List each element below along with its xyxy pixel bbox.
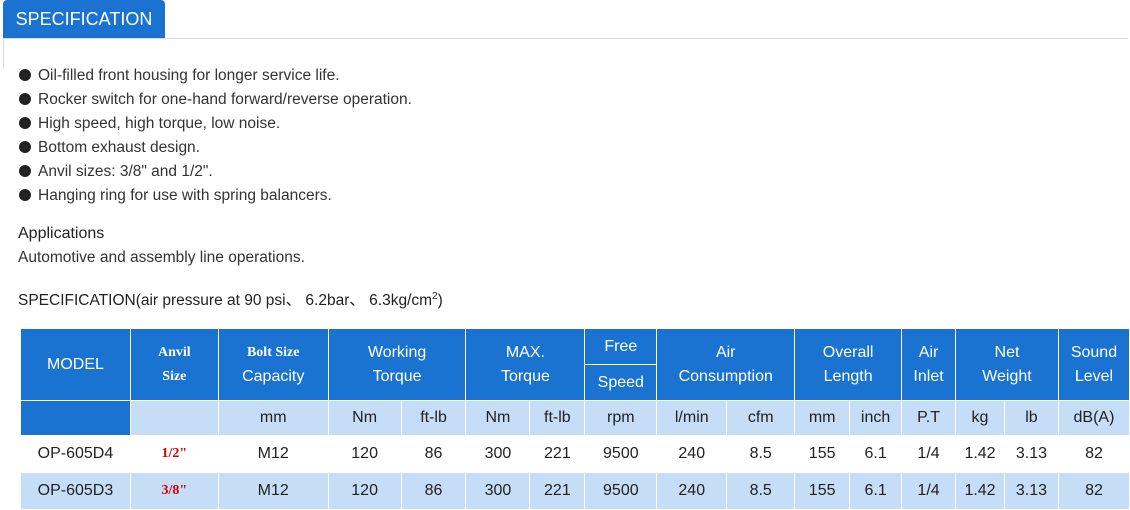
unit-cell: mm [794, 400, 851, 436]
cell-max-nm: 300 [465, 472, 531, 510]
cell-max-ftlb: 221 [529, 435, 586, 473]
cell-length-mm: 155 [794, 435, 851, 473]
unit-cell: Nm [327, 400, 402, 436]
header-anvil-size: Anvil Size [129, 328, 219, 401]
table-row: OP-605D3 3/8" M12 120 86 300 221 9500 24… [20, 472, 1130, 510]
cell-working-ftlb: 86 [400, 472, 467, 510]
unit-cell: lb [1003, 400, 1059, 436]
cell-weight-kg: 1.42 [955, 472, 1005, 510]
tab-specification[interactable]: SPECIFICATION [3, 0, 165, 38]
panel-border [3, 38, 4, 68]
unit-cell: mm [217, 400, 329, 436]
bullet-icon [19, 117, 31, 129]
cell-air-cfm: 8.5 [726, 472, 796, 510]
header-speed: Speed [584, 364, 658, 401]
cell-weight-kg: 1.42 [955, 435, 1005, 473]
list-item: Hanging ring for use with spring balance… [19, 184, 412, 208]
header-air-inlet: Air Inlet [901, 328, 957, 401]
unit-cell: ft-lb [400, 400, 467, 436]
cell-working-ftlb: 86 [400, 435, 467, 473]
unit-cell: ft-lb [529, 400, 586, 436]
list-item: High speed, high torque, low noise. [19, 112, 412, 136]
cell-speed: 9500 [584, 472, 658, 510]
header-model: MODEL [20, 328, 131, 401]
table-row: OP-605D4 1/2" M12 120 86 300 221 9500 24… [20, 435, 1130, 473]
header-air-consumption: Air Consumption [656, 328, 796, 401]
spec-heading: SPECIFICATION(air pressure at 90 psi、 6.… [18, 288, 443, 310]
list-item: Bottom exhaust design. [19, 136, 412, 160]
unit-cell: P.T [901, 400, 957, 436]
header-net-weight: Net Weight [955, 328, 1059, 401]
bullet-icon [19, 69, 31, 81]
cell-air-cfm: 8.5 [726, 435, 796, 473]
list-item: Anvil sizes: 3/8" and 1/2". [19, 160, 412, 184]
bullet-icon [19, 141, 31, 153]
applications-text: Automotive and assembly line operations. [18, 249, 305, 266]
cell-weight-lb: 3.13 [1003, 472, 1059, 510]
cell-anvil: 1/2" [129, 435, 219, 473]
spec-table: MODEL Anvil Size Bolt Size Capacity Workin… [20, 328, 1130, 510]
applications-heading: Applications [18, 225, 105, 242]
cell-inlet: 1/4 [901, 435, 957, 473]
cell-sound: 82 [1057, 472, 1130, 510]
bullet-icon [19, 165, 31, 177]
header-bolt-size: Bolt Size Capacity [217, 328, 329, 401]
cell-length-inch: 6.1 [849, 435, 903, 473]
cell-max-nm: 300 [465, 435, 531, 473]
cell-model: OP-605D3 [20, 472, 131, 510]
spec-heading-tail: ) [437, 292, 443, 309]
feature-list: Oil-filled front housing for longer serv… [19, 64, 412, 208]
tab-bar: SPECIFICATION [0, 0, 1130, 68]
cell-air-lmin: 240 [656, 435, 728, 473]
cell-speed: 9500 [584, 435, 658, 473]
cell-length-mm: 155 [794, 472, 851, 510]
units-row: mm Nm ft-lb Nm ft-lb rpm l/min cfm mm in… [20, 400, 1130, 436]
cell-inlet: 1/4 [901, 472, 957, 510]
unit-cell: Nm [465, 400, 531, 436]
bullet-icon [19, 93, 31, 105]
cell-length-inch: 6.1 [849, 472, 903, 510]
unit-cell: inch [849, 400, 903, 436]
cell-sound: 82 [1057, 435, 1130, 473]
header-overall-length: Overall Length [794, 328, 903, 401]
cell-max-ftlb: 221 [529, 472, 586, 510]
cell-model: OP-605D4 [20, 435, 131, 473]
cell-weight-lb: 3.13 [1003, 435, 1059, 473]
bullet-icon [19, 189, 31, 201]
tab-divider [3, 38, 1128, 39]
header-sound-level: Sound Level [1057, 328, 1130, 401]
header-max-torque: MAX. Torque [465, 328, 586, 401]
unit-cell [129, 400, 219, 436]
cell-anvil: 3/8" [129, 472, 219, 510]
cell-bolt: M12 [217, 472, 329, 510]
spec-heading-text: SPECIFICATION(air pressure at 90 psi、 6.… [18, 292, 433, 309]
list-item: Oil-filled front housing for longer serv… [19, 64, 412, 88]
unit-cell [20, 400, 131, 436]
cell-working-nm: 120 [327, 472, 402, 510]
cell-air-lmin: 240 [656, 472, 728, 510]
header-working-torque: Working Torque [327, 328, 467, 401]
unit-cell: cfm [726, 400, 796, 436]
header-free: Free [584, 328, 658, 365]
list-item: Rocker switch for one-hand forward/rever… [19, 88, 412, 112]
unit-cell: l/min [656, 400, 728, 436]
unit-cell: kg [955, 400, 1005, 436]
unit-cell: rpm [584, 400, 658, 436]
cell-working-nm: 120 [327, 435, 402, 473]
unit-cell: dB(A) [1057, 400, 1130, 436]
cell-bolt: M12 [217, 435, 329, 473]
